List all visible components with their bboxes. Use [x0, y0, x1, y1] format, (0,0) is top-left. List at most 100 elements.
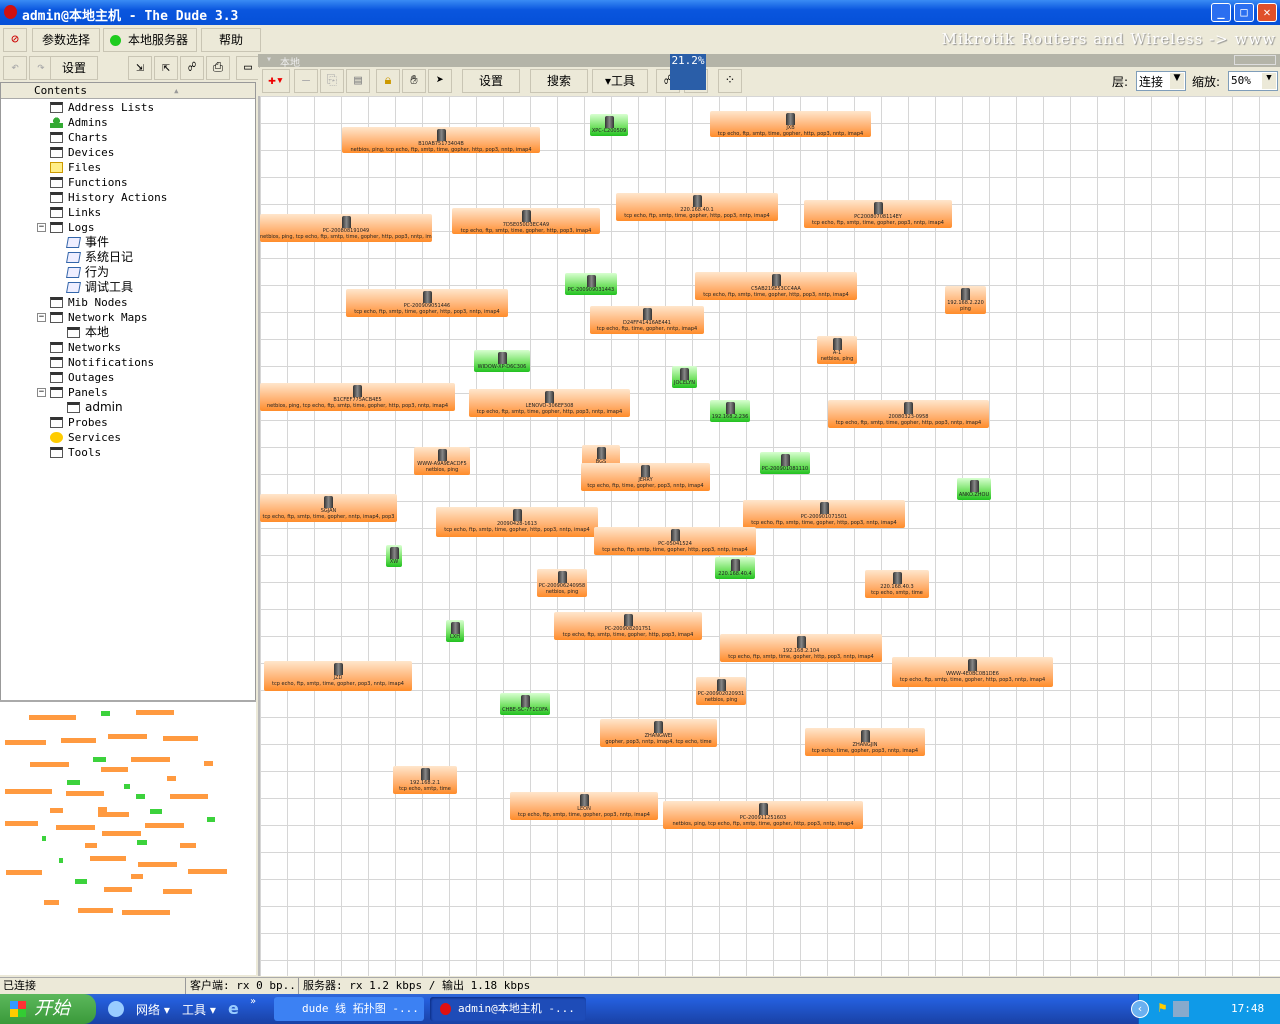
maximize-button[interactable]: □: [1234, 3, 1254, 22]
paste-button[interactable]: ▤: [346, 69, 370, 93]
device-node[interactable]: WWW-4E0BC0B1DE6 tcp echo, ftp, smtp, time…: [892, 657, 1053, 687]
device-node[interactable]: JERRY tcp echo, ftp, time, gopher, pop3, …: [581, 463, 710, 491]
collapse-toggle[interactable]: −: [37, 388, 46, 397]
ie-icon[interactable]: e: [228, 999, 239, 1018]
collapse-icon[interactable]: ▾: [266, 54, 272, 65]
tree-item[interactable]: 调试工具: [66, 280, 133, 295]
device-node[interactable]: LXH: [446, 620, 464, 642]
device-node[interactable]: PC-200901071501 tcp echo, ftp, smtp, time…: [743, 500, 905, 528]
window-button[interactable]: ▭: [236, 56, 260, 80]
tree-item[interactable]: Services: [50, 430, 121, 445]
device-node[interactable]: SGJAN tcp echo, ftp, smtp, time, gopher, …: [260, 494, 397, 522]
find-button[interactable]: ☍: [180, 56, 204, 80]
flag-icon[interactable]: ⚑: [1157, 1001, 1168, 1015]
device-node[interactable]: PC-200902020931 netbios, ping: [696, 677, 746, 705]
device-node[interactable]: JZD tcp echo, ftp, smtp, time, gopher, po…: [264, 661, 412, 691]
minimap[interactable]: [0, 700, 256, 975]
device-node[interactable]: 220.168.40.3 tcp echo, smtp, time: [865, 570, 929, 598]
pointer-button[interactable]: ➤: [428, 69, 452, 93]
network-tray-icon[interactable]: [1173, 1001, 1189, 1017]
device-node[interactable]: 192.168.2.1 tcp echo, smtp, time: [393, 766, 457, 794]
copy-button[interactable]: ⎘: [320, 69, 344, 93]
device-node[interactable]: 220.168.40.4: [715, 557, 755, 579]
export-button[interactable]: ⇱: [154, 56, 178, 80]
tree-item[interactable]: Address Lists: [50, 100, 154, 115]
tree-item[interactable]: Links: [50, 205, 101, 220]
device-node[interactable]: ZHANGWEI gopher, pop3, nntp, imap4, tcp e…: [600, 719, 717, 747]
tree-item[interactable]: Admins: [50, 115, 108, 130]
close-button[interactable]: ✕: [1257, 3, 1277, 22]
device-node[interactable]: XW: [386, 545, 402, 567]
device-node[interactable]: B10AB75173404B netbios, ping, tcp echo, f…: [342, 127, 540, 153]
layout-button[interactable]: ⁘: [718, 69, 742, 93]
device-node[interactable]: PC-200909031443: [565, 273, 617, 295]
tree-item[interactable]: 事件: [66, 235, 109, 250]
device-node[interactable]: JXB tcp echo, ftp, smtp, time, gopher, ht…: [710, 111, 871, 137]
device-node[interactable]: ANKO.ZHOU: [957, 478, 991, 500]
left-settings-button[interactable]: 设置: [50, 56, 98, 80]
device-node[interactable]: PC-200911251603 netbios, ping, tcp echo, …: [663, 801, 863, 829]
tree-item[interactable]: Notifications: [50, 355, 154, 370]
device-node[interactable]: PC-200906240958 netbios, ping: [537, 569, 587, 597]
lock-button[interactable]: 🔒︎: [376, 69, 400, 93]
device-node[interactable]: LEON tcp echo, ftp, smtp, time, gopher, p…: [510, 792, 658, 820]
device-node[interactable]: 192.168.2.220 ping: [945, 286, 986, 314]
more-toolbar[interactable]: »: [250, 996, 256, 1007]
taskbar-item-dude-topology[interactable]: dude 线 拓扑图 -...: [274, 997, 424, 1021]
tray-collapse-icon[interactable]: ‹: [1131, 1000, 1149, 1018]
device-node[interactable]: PC-05041524 tcp echo, ftp, smtp, time, go…: [594, 527, 756, 555]
tree-item[interactable]: Tools: [50, 445, 101, 460]
print-button[interactable]: ⎙: [206, 56, 230, 80]
start-button[interactable]: 开始: [0, 994, 96, 1024]
device-node[interactable]: C5AB219E53CC4AA tcp echo, ftp, smtp, time…: [695, 272, 857, 300]
layer-select[interactable]: 连接 ▼: [1136, 71, 1186, 91]
tree-item[interactable]: Files: [50, 160, 101, 175]
device-node[interactable]: 192.168.2.104 tcp echo, ftp, smtp, time, …: [720, 634, 882, 662]
hand-button[interactable]: ✋︎: [402, 69, 426, 93]
tree-item[interactable]: 本地: [67, 325, 109, 340]
device-node[interactable]: WWW-A9A9EACDF5 netbios, ping: [414, 447, 470, 475]
taskbar-item-dude-app[interactable]: admin@本地主机 -...: [430, 997, 586, 1021]
device-node[interactable]: D24FF41416AE441 tcp echo, ftp, time, goph…: [590, 306, 704, 334]
layout-icons[interactable]: [1234, 55, 1276, 65]
undo-button[interactable]: ↶: [3, 56, 27, 80]
tree-item[interactable]: − Network Maps: [37, 310, 147, 325]
device-node[interactable]: PC-200909051446 tcp echo, ftp, smtp, time…: [346, 289, 508, 317]
device-node[interactable]: A-1 netbios, ping: [817, 336, 857, 364]
device-node[interactable]: CHBE-SC-7F1C0FA: [500, 693, 550, 715]
network-map-canvas[interactable]: B10AB75173404B netbios, ping, tcp echo, f…: [258, 96, 1280, 976]
zoom-select[interactable]: 50% ▼: [1228, 71, 1278, 91]
device-node[interactable]: PC20080708114EY tcp echo, ftp, smtp, time…: [804, 200, 952, 228]
prefs-button[interactable]: 参数选择: [32, 28, 100, 52]
disconnect-button[interactable]: ⊘: [3, 28, 27, 52]
device-node[interactable]: WIDOW-XP-D6C306: [474, 350, 530, 372]
tree-item[interactable]: Functions: [50, 175, 128, 190]
tree-item[interactable]: Devices: [50, 145, 114, 160]
mikrotik-banner[interactable]: Mikrotik Routers and Wireless -> www: [942, 30, 1276, 48]
device-node[interactable]: 20090428-1613 tcp echo, ftp, smtp, time, …: [436, 507, 598, 537]
collapse-toggle[interactable]: −: [37, 313, 46, 322]
help-button[interactable]: 帮助: [201, 28, 261, 52]
minimize-button[interactable]: _: [1211, 3, 1231, 22]
device-node[interactable]: 7D5E050D3EC4A9 tcp echo, ftp, smtp, time,…: [452, 208, 600, 234]
device-node[interactable]: B1CFEF775ACB4E5 netbios, ping, tcp echo, …: [260, 383, 455, 411]
add-button[interactable]: ✚▾: [262, 69, 290, 93]
device-node[interactable]: ZHANGJIN tcp echo, time, gopher, pop3, nn…: [805, 728, 925, 756]
map-settings-button[interactable]: 设置: [462, 69, 520, 93]
device-node[interactable]: 220.168.40.1 tcp echo, ftp, smtp, time, g…: [616, 193, 778, 221]
tree-item[interactable]: admin: [67, 400, 123, 415]
tools-button[interactable]: ▾工具: [592, 69, 648, 93]
device-node[interactable]: 20080323-0958 tcp echo, ftp, smtp, time, …: [828, 400, 989, 428]
tree-item[interactable]: − Panels: [37, 385, 108, 400]
tree-item[interactable]: Charts: [50, 130, 108, 145]
tree-item[interactable]: 行为: [66, 265, 109, 280]
device-node[interactable]: XPC-C200509: [590, 114, 628, 136]
tree-item[interactable]: 系统日记: [66, 250, 133, 265]
quicklaunch-icon[interactable]: [108, 1001, 124, 1017]
device-node[interactable]: LENOVO-306EF308 tcp echo, ftp, smtp, time…: [469, 389, 630, 417]
remove-button[interactable]: —: [294, 69, 318, 93]
device-node[interactable]: PC-200901081110: [760, 452, 810, 474]
tree-item[interactable]: Probes: [50, 415, 108, 430]
device-node[interactable]: 192.168.2.236: [710, 400, 750, 422]
device-node[interactable]: JOCELYN: [672, 366, 697, 388]
